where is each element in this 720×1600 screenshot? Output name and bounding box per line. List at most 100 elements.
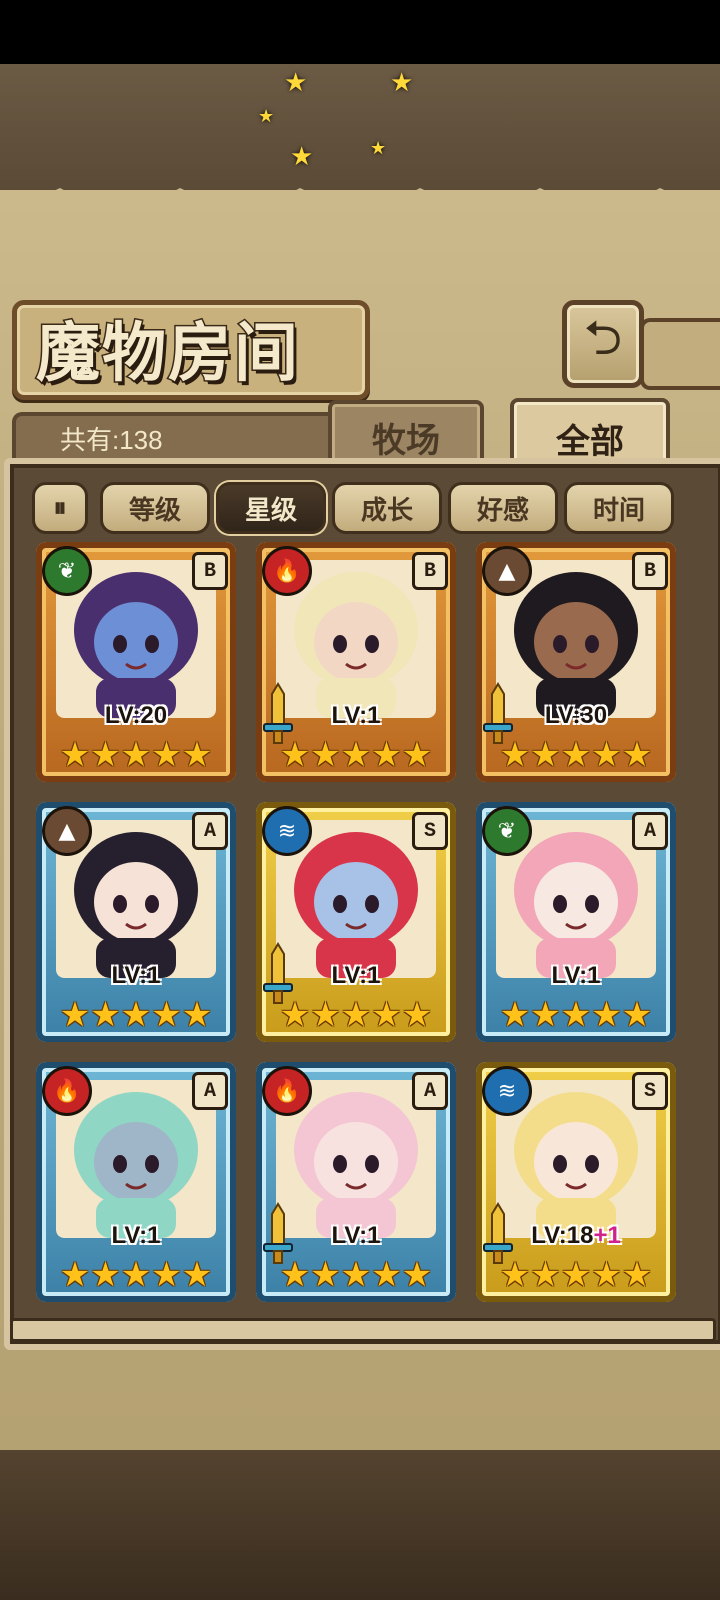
rank-badge: S bbox=[412, 812, 448, 850]
star-icon: ★ bbox=[530, 1255, 561, 1295]
sparkle-star-icon: ★ bbox=[290, 142, 314, 172]
level-value: LV:30 bbox=[544, 702, 608, 729]
star-icon: ★ bbox=[621, 1255, 653, 1295]
star-icon: ★ bbox=[591, 1255, 622, 1295]
leaf-element-icon: ❦ bbox=[42, 546, 92, 596]
monster-card[interactable]: 🔥 A LV:1 ★ ★ ★ ★ ★ bbox=[256, 1062, 456, 1302]
star-icon: ★ bbox=[120, 735, 152, 775]
star-rating: ★ ★ ★ ★ ★ bbox=[270, 996, 442, 1034]
star-icon: ★ bbox=[401, 995, 433, 1035]
monster-card[interactable]: ▲ B LV:30 ★ ★ ★ ★ ★ bbox=[476, 542, 676, 782]
rank-badge: A bbox=[192, 1072, 228, 1110]
star-icon: ★ bbox=[340, 1255, 372, 1295]
sort-level-button[interactable]: 等级 bbox=[100, 482, 210, 534]
fire-element-icon: 🔥 bbox=[262, 546, 312, 596]
leaf-element-icon: ❦ bbox=[482, 806, 532, 856]
monster-card[interactable]: 🔥 B LV:1 ★ ★ ★ ★ ★ bbox=[256, 542, 456, 782]
star-icon: ★ bbox=[560, 735, 592, 775]
back-button-rail bbox=[640, 318, 720, 390]
earth-element-icon: ▲ bbox=[42, 806, 92, 856]
star-icon: ★ bbox=[340, 995, 372, 1035]
star-icon: ★ bbox=[151, 1255, 182, 1295]
level-value: LV:1 bbox=[331, 1222, 381, 1249]
level-label: LV:1 bbox=[36, 962, 236, 990]
monster-card[interactable]: 🔥 A LV:1 ★ ★ ★ ★ ★ bbox=[36, 1062, 236, 1302]
star-icon: ★ bbox=[310, 1255, 341, 1295]
monster-card[interactable]: ≋ S LV:18+1 ★ ★ ★ ★ ★ bbox=[476, 1062, 676, 1302]
level-value: LV:1 bbox=[551, 962, 601, 989]
star-rating: ★ ★ ★ ★ ★ bbox=[50, 1256, 222, 1294]
star-icon: ★ bbox=[59, 995, 91, 1035]
star-rating: ★ ★ ★ ★ ★ bbox=[490, 1256, 662, 1294]
star-icon: ★ bbox=[340, 735, 372, 775]
map-background-top: ★ ★ ★ ★ ★ bbox=[0, 64, 720, 194]
sort-star-button[interactable]: 星级 bbox=[216, 482, 326, 534]
star-icon: ★ bbox=[499, 1255, 531, 1295]
sparkle-star-icon: ★ bbox=[390, 68, 414, 98]
star-icon: ★ bbox=[371, 735, 402, 775]
level-label: LV:30 bbox=[476, 702, 676, 730]
star-icon: ★ bbox=[279, 995, 311, 1035]
sort-order-icon: ⏸ bbox=[53, 492, 67, 523]
sort-growth-button[interactable]: 成长 bbox=[332, 482, 442, 534]
page-title: 魔物房间 bbox=[35, 315, 300, 393]
level-value: LV:18 bbox=[531, 1222, 594, 1249]
monster-card[interactable]: ≋ S LV:1 ★ ★ ★ ★ ★ bbox=[256, 802, 456, 1042]
star-rating: ★ ★ ★ ★ ★ bbox=[50, 996, 222, 1034]
star-icon: ★ bbox=[279, 735, 311, 775]
monster-card[interactable]: ❦ A LV:1 ★ ★ ★ ★ ★ bbox=[476, 802, 676, 1042]
level-label: LV:20 bbox=[36, 702, 236, 730]
sparkle-star-icon: ★ bbox=[370, 138, 387, 159]
star-icon: ★ bbox=[90, 735, 121, 775]
star-icon: ★ bbox=[591, 735, 622, 775]
star-icon: ★ bbox=[621, 995, 653, 1035]
rank-badge: S bbox=[632, 1072, 668, 1110]
star-icon: ★ bbox=[181, 735, 213, 775]
level-value: LV:1 bbox=[111, 1222, 161, 1249]
star-rating: ★ ★ ★ ★ ★ bbox=[270, 736, 442, 774]
level-value: LV:1 bbox=[111, 962, 161, 989]
sort-time-button[interactable]: 时间 bbox=[564, 482, 674, 534]
star-icon: ★ bbox=[151, 995, 182, 1035]
rank-badge: B bbox=[412, 552, 448, 590]
star-icon: ★ bbox=[151, 735, 182, 775]
sort-affection-button[interactable]: 好感 bbox=[448, 482, 558, 534]
rank-badge: B bbox=[632, 552, 668, 590]
star-rating: ★ ★ ★ ★ ★ bbox=[270, 1256, 442, 1294]
sort-order-toggle[interactable]: ⏸ bbox=[32, 482, 88, 534]
star-icon: ★ bbox=[90, 995, 121, 1035]
level-label: LV:1 bbox=[256, 962, 456, 990]
star-icon: ★ bbox=[181, 995, 213, 1035]
back-button[interactable]: ⮌ bbox=[562, 300, 644, 388]
monster-card[interactable]: ❦ B LV:20 ★ ★ ★ ★ ★ bbox=[36, 542, 236, 782]
star-icon: ★ bbox=[371, 1255, 402, 1295]
level-label: LV:1 bbox=[256, 1222, 456, 1250]
star-icon: ★ bbox=[310, 995, 341, 1035]
star-icon: ★ bbox=[120, 1255, 152, 1295]
rank-badge: B bbox=[192, 552, 228, 590]
star-icon: ★ bbox=[371, 995, 402, 1035]
star-icon: ★ bbox=[90, 1255, 121, 1295]
fire-element-icon: 🔥 bbox=[262, 1066, 312, 1116]
star-icon: ★ bbox=[530, 735, 561, 775]
star-icon: ★ bbox=[59, 735, 91, 775]
monster-card[interactable]: ▲ A LV:1 ★ ★ ★ ★ ★ bbox=[36, 802, 236, 1042]
level-label: LV:1 bbox=[476, 962, 676, 990]
star-rating: ★ ★ ★ ★ ★ bbox=[50, 736, 222, 774]
level-value: LV:1 bbox=[331, 962, 381, 989]
star-icon: ★ bbox=[120, 995, 152, 1035]
star-icon: ★ bbox=[530, 995, 561, 1035]
star-icon: ★ bbox=[621, 735, 653, 775]
panel-bottom-rail bbox=[10, 1318, 716, 1342]
status-bar bbox=[0, 0, 720, 64]
star-icon: ★ bbox=[401, 735, 433, 775]
star-icon: ★ bbox=[279, 1255, 311, 1295]
level-label: LV:18+1 bbox=[476, 1222, 676, 1250]
star-rating: ★ ★ ★ ★ ★ bbox=[490, 996, 662, 1034]
rank-badge: A bbox=[632, 812, 668, 850]
star-icon: ★ bbox=[59, 1255, 91, 1295]
map-background-bottom bbox=[0, 1450, 720, 1600]
fire-element-icon: 🔥 bbox=[42, 1066, 92, 1116]
level-value: LV:1 bbox=[331, 702, 381, 729]
star-icon: ★ bbox=[591, 995, 622, 1035]
